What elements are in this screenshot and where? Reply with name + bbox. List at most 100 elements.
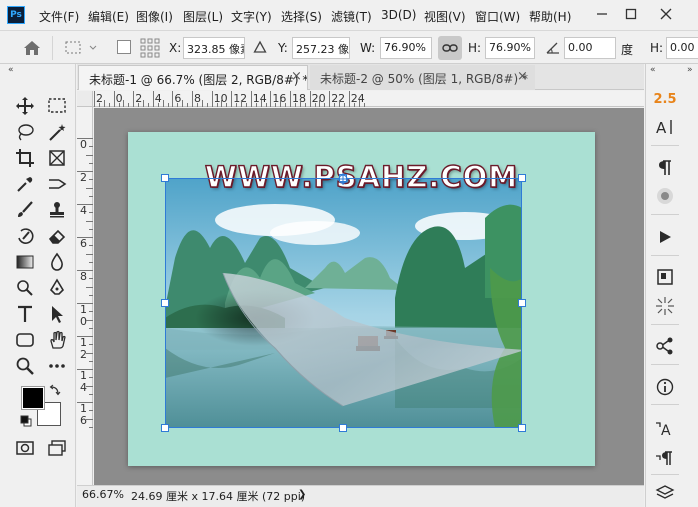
- spot-healing-icon[interactable]: [45, 173, 69, 195]
- hand-tool-icon[interactable]: [45, 329, 69, 351]
- actions-play-icon[interactable]: [652, 225, 678, 249]
- info-panel-icon[interactable]: [652, 375, 678, 399]
- adjustments-panel-icon[interactable]: [652, 265, 678, 289]
- menu-select[interactable]: 选择(S): [281, 8, 322, 25]
- y-input[interactable]: 257.23 像素: [292, 37, 350, 59]
- width-input[interactable]: 76.90%: [380, 37, 432, 59]
- home-icon[interactable]: [22, 38, 42, 58]
- history-brush-icon[interactable]: [13, 225, 37, 247]
- options-separator: [52, 36, 53, 60]
- transform-reference-icon[interactable]: [63, 39, 99, 57]
- collapse-tools-icon[interactable]: «: [8, 65, 14, 75]
- transform-handle-left[interactable]: [161, 299, 169, 307]
- path-selection-icon[interactable]: [45, 303, 69, 325]
- svg-text:A: A: [656, 119, 667, 136]
- menu-edit[interactable]: 编辑(E): [88, 8, 129, 25]
- reference-point-checkbox[interactable]: [117, 40, 131, 54]
- transform-handle-bottom-left[interactable]: [161, 424, 169, 432]
- link-aspect-icon[interactable]: [438, 36, 462, 60]
- document-size: 24.69 厘米 x 17.64 厘米 (72 ppi): [131, 490, 306, 503]
- paragraph-styles-icon[interactable]: [652, 446, 678, 470]
- zoom-tool-icon[interactable]: [13, 355, 37, 377]
- menu-3d[interactable]: 3D(D): [381, 8, 416, 22]
- menu-filter[interactable]: 滤镜(T): [331, 8, 372, 25]
- blur-tool-icon[interactable]: [45, 251, 69, 273]
- move-tool-icon[interactable]: [13, 95, 37, 117]
- reference-point-crosshair[interactable]: [337, 173, 349, 185]
- eraser-tool-icon[interactable]: [45, 225, 69, 247]
- transform-bounding-box[interactable]: [165, 178, 522, 428]
- dock-separator: [651, 364, 679, 365]
- y-label: Y:: [278, 41, 288, 55]
- collapse-dock-icon[interactable]: «: [650, 65, 656, 75]
- swap-colors-icon[interactable]: [49, 384, 61, 396]
- menu-image[interactable]: 图像(I): [136, 8, 173, 25]
- crop-tool-icon[interactable]: [13, 147, 37, 169]
- eyedropper-icon[interactable]: [13, 173, 37, 195]
- reference-point-grid-icon[interactable]: [139, 37, 161, 59]
- marquee-tool-icon[interactable]: [45, 95, 69, 117]
- dock-separator: [651, 145, 679, 146]
- brush-settings-icon[interactable]: [652, 294, 678, 318]
- more-tools-icon[interactable]: [45, 355, 69, 377]
- menu-layer[interactable]: 图层(L): [183, 8, 223, 25]
- menu-help[interactable]: 帮助(H): [529, 8, 571, 25]
- default-colors-icon[interactable]: [20, 415, 32, 427]
- photoshop-logo[interactable]: Ps: [7, 6, 25, 24]
- dock-separator: [651, 255, 679, 256]
- zoom-level[interactable]: 66.67%: [82, 488, 124, 501]
- transform-handle-right[interactable]: [518, 299, 526, 307]
- ruler-origin[interactable]: [77, 91, 93, 107]
- transform-handle-top-right[interactable]: [518, 174, 526, 182]
- type-tool-icon[interactable]: [13, 303, 37, 325]
- screen-mode-icon[interactable]: [45, 437, 69, 459]
- glyphs-panel-icon[interactable]: [652, 184, 678, 208]
- version-label[interactable]: 2.5: [652, 87, 678, 111]
- gradient-tool-icon[interactable]: [13, 251, 37, 273]
- status-menu-arrow[interactable]: ❯: [298, 489, 306, 500]
- menu-window[interactable]: 窗口(W): [475, 8, 520, 25]
- menu-type[interactable]: 文字(Y): [231, 8, 272, 25]
- angle-unit: 度: [621, 43, 634, 57]
- menu-file[interactable]: 文件(F): [39, 8, 79, 25]
- dock-separator: [651, 324, 679, 325]
- transform-handle-bottom-right[interactable]: [518, 424, 526, 432]
- delta-icon: [253, 40, 267, 54]
- vertical-ruler[interactable]: [77, 107, 93, 485]
- close-window-icon[interactable]: [655, 5, 677, 23]
- transform-handle-bottom[interactable]: [339, 424, 347, 432]
- brush-tool-icon[interactable]: [13, 199, 37, 221]
- tab-document-2[interactable]: 未标题-2 @ 50% (图层 1, RGB/8#) *: [310, 65, 535, 90]
- angle-input[interactable]: 0.00: [564, 37, 616, 59]
- stamp-tool-icon[interactable]: [45, 199, 69, 221]
- character-styles-icon[interactable]: A: [652, 416, 678, 440]
- expand-dock-icon[interactable]: »: [687, 65, 693, 75]
- pen-tool-icon[interactable]: [45, 277, 69, 299]
- menu-view[interactable]: 视图(V): [424, 8, 466, 25]
- lasso-tool-icon[interactable]: [13, 121, 37, 143]
- paragraph-panel-icon[interactable]: [652, 156, 678, 180]
- dock-separator: [651, 214, 679, 215]
- minimize-icon[interactable]: [591, 5, 613, 23]
- character-panel-icon[interactable]: A: [652, 115, 678, 139]
- height-input[interactable]: 76.90%: [485, 37, 535, 59]
- foreground-color-swatch[interactable]: [21, 386, 45, 410]
- restore-icon[interactable]: [620, 5, 642, 23]
- close-tab-1-icon[interactable]: ×: [291, 69, 302, 84]
- horizontal-ruler[interactable]: [93, 91, 644, 107]
- x-label: X:: [169, 41, 182, 55]
- angle-icon: [545, 40, 561, 56]
- quick-mask-icon[interactable]: [13, 437, 37, 459]
- rectangle-tool-icon[interactable]: [13, 329, 37, 351]
- tab-document-1[interactable]: 未标题-1 @ 66.7% (图层 2, RGB/8#) *: [78, 65, 308, 90]
- layers-panel-icon[interactable]: [652, 481, 678, 505]
- tab-document-1-label: 未标题-1 @ 66.7% (图层 2, RGB/8#) *: [89, 73, 308, 87]
- dodge-tool-icon[interactable]: [13, 277, 37, 299]
- frame-tool-icon[interactable]: [45, 147, 69, 169]
- h-skew-input[interactable]: 0.00: [666, 37, 698, 59]
- transform-handle-top-left[interactable]: [161, 174, 169, 182]
- x-input[interactable]: 323.85 像素: [183, 37, 245, 59]
- libraries-panel-icon[interactable]: [652, 334, 678, 358]
- magic-wand-icon[interactable]: [45, 121, 69, 143]
- close-tab-2-icon[interactable]: ×: [517, 69, 528, 84]
